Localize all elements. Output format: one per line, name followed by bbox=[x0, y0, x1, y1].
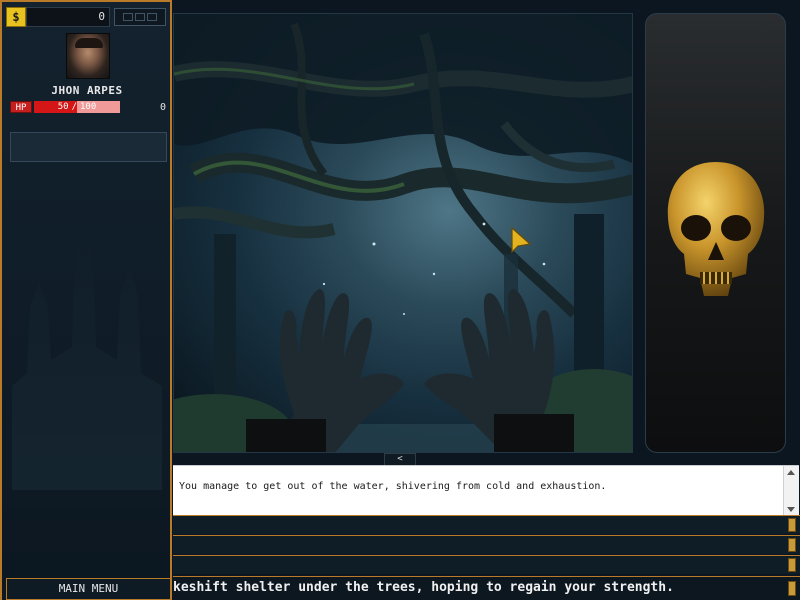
hp-label: HP bbox=[10, 101, 32, 113]
artifact-panel bbox=[645, 13, 786, 453]
scroll-handle[interactable] bbox=[788, 558, 796, 572]
scroll-handle[interactable] bbox=[788, 581, 796, 596]
narration-ticker: keshift shelter under the trees, hoping … bbox=[173, 576, 800, 600]
character-panel: $ 0 JHON ARPES HP 50 / 100 0 MAIN MENU bbox=[0, 0, 172, 600]
gold-amount: 0 bbox=[26, 7, 110, 27]
scroll-handle[interactable] bbox=[788, 538, 796, 552]
secondary-stat-value: 0 bbox=[159, 101, 166, 113]
inventory-button[interactable] bbox=[114, 8, 166, 26]
scroll-down-icon[interactable] bbox=[787, 507, 795, 512]
hp-current: 50 bbox=[57, 102, 69, 112]
mouse-cursor-icon bbox=[511, 226, 532, 254]
forest-scene-art bbox=[174, 14, 632, 452]
story-log-line: You manage to get out of the water, shiv… bbox=[179, 481, 607, 492]
scroll-up-icon[interactable] bbox=[787, 470, 795, 475]
gold-coin-icon: $ bbox=[6, 7, 26, 27]
inventory-slot-icon bbox=[135, 13, 145, 21]
main-menu-button[interactable]: MAIN MENU bbox=[6, 578, 171, 600]
status-effects-box bbox=[10, 132, 167, 162]
choice-row[interactable] bbox=[173, 515, 800, 534]
scene-illustration bbox=[173, 13, 633, 453]
scroll-handle[interactable] bbox=[788, 518, 796, 532]
hp-separator: / bbox=[71, 102, 77, 112]
choice-row[interactable] bbox=[173, 535, 800, 554]
character-portrait bbox=[66, 33, 110, 79]
health-text: 50 / 100 bbox=[34, 101, 120, 113]
narration-text: keshift shelter under the trees, hoping … bbox=[173, 580, 674, 595]
inventory-slot-icon bbox=[147, 13, 157, 21]
character-name: JHON ARPES bbox=[51, 84, 123, 97]
hp-max: 100 bbox=[80, 102, 97, 112]
health-bar: 50 / 100 bbox=[34, 101, 120, 113]
story-log: You manage to get out of the water, shiv… bbox=[173, 465, 799, 516]
health-row: HP 50 / 100 0 bbox=[10, 100, 168, 114]
choice-row[interactable] bbox=[173, 555, 800, 574]
resource-bar: $ 0 bbox=[6, 6, 168, 28]
inventory-slot-icon bbox=[123, 13, 133, 21]
golden-skull-icon bbox=[667, 162, 765, 296]
story-log-scrollbar[interactable] bbox=[783, 466, 799, 516]
